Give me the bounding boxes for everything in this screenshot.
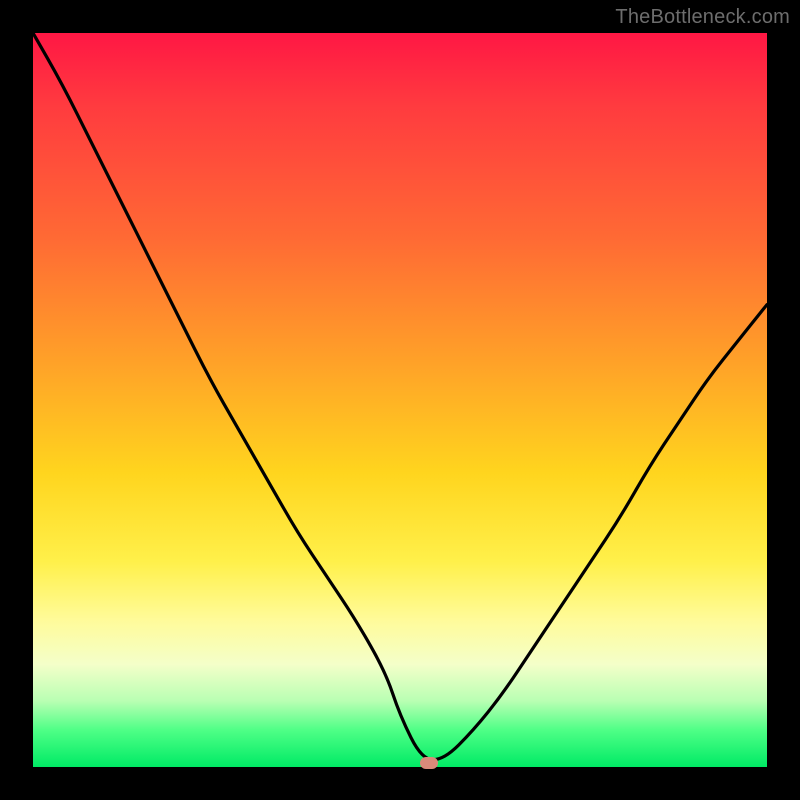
attribution-text: TheBottleneck.com xyxy=(615,6,790,29)
bottleneck-curve xyxy=(33,33,767,767)
chart-frame: TheBottleneck.com xyxy=(0,0,800,800)
plot-area xyxy=(33,33,767,767)
optimum-marker xyxy=(420,757,438,769)
